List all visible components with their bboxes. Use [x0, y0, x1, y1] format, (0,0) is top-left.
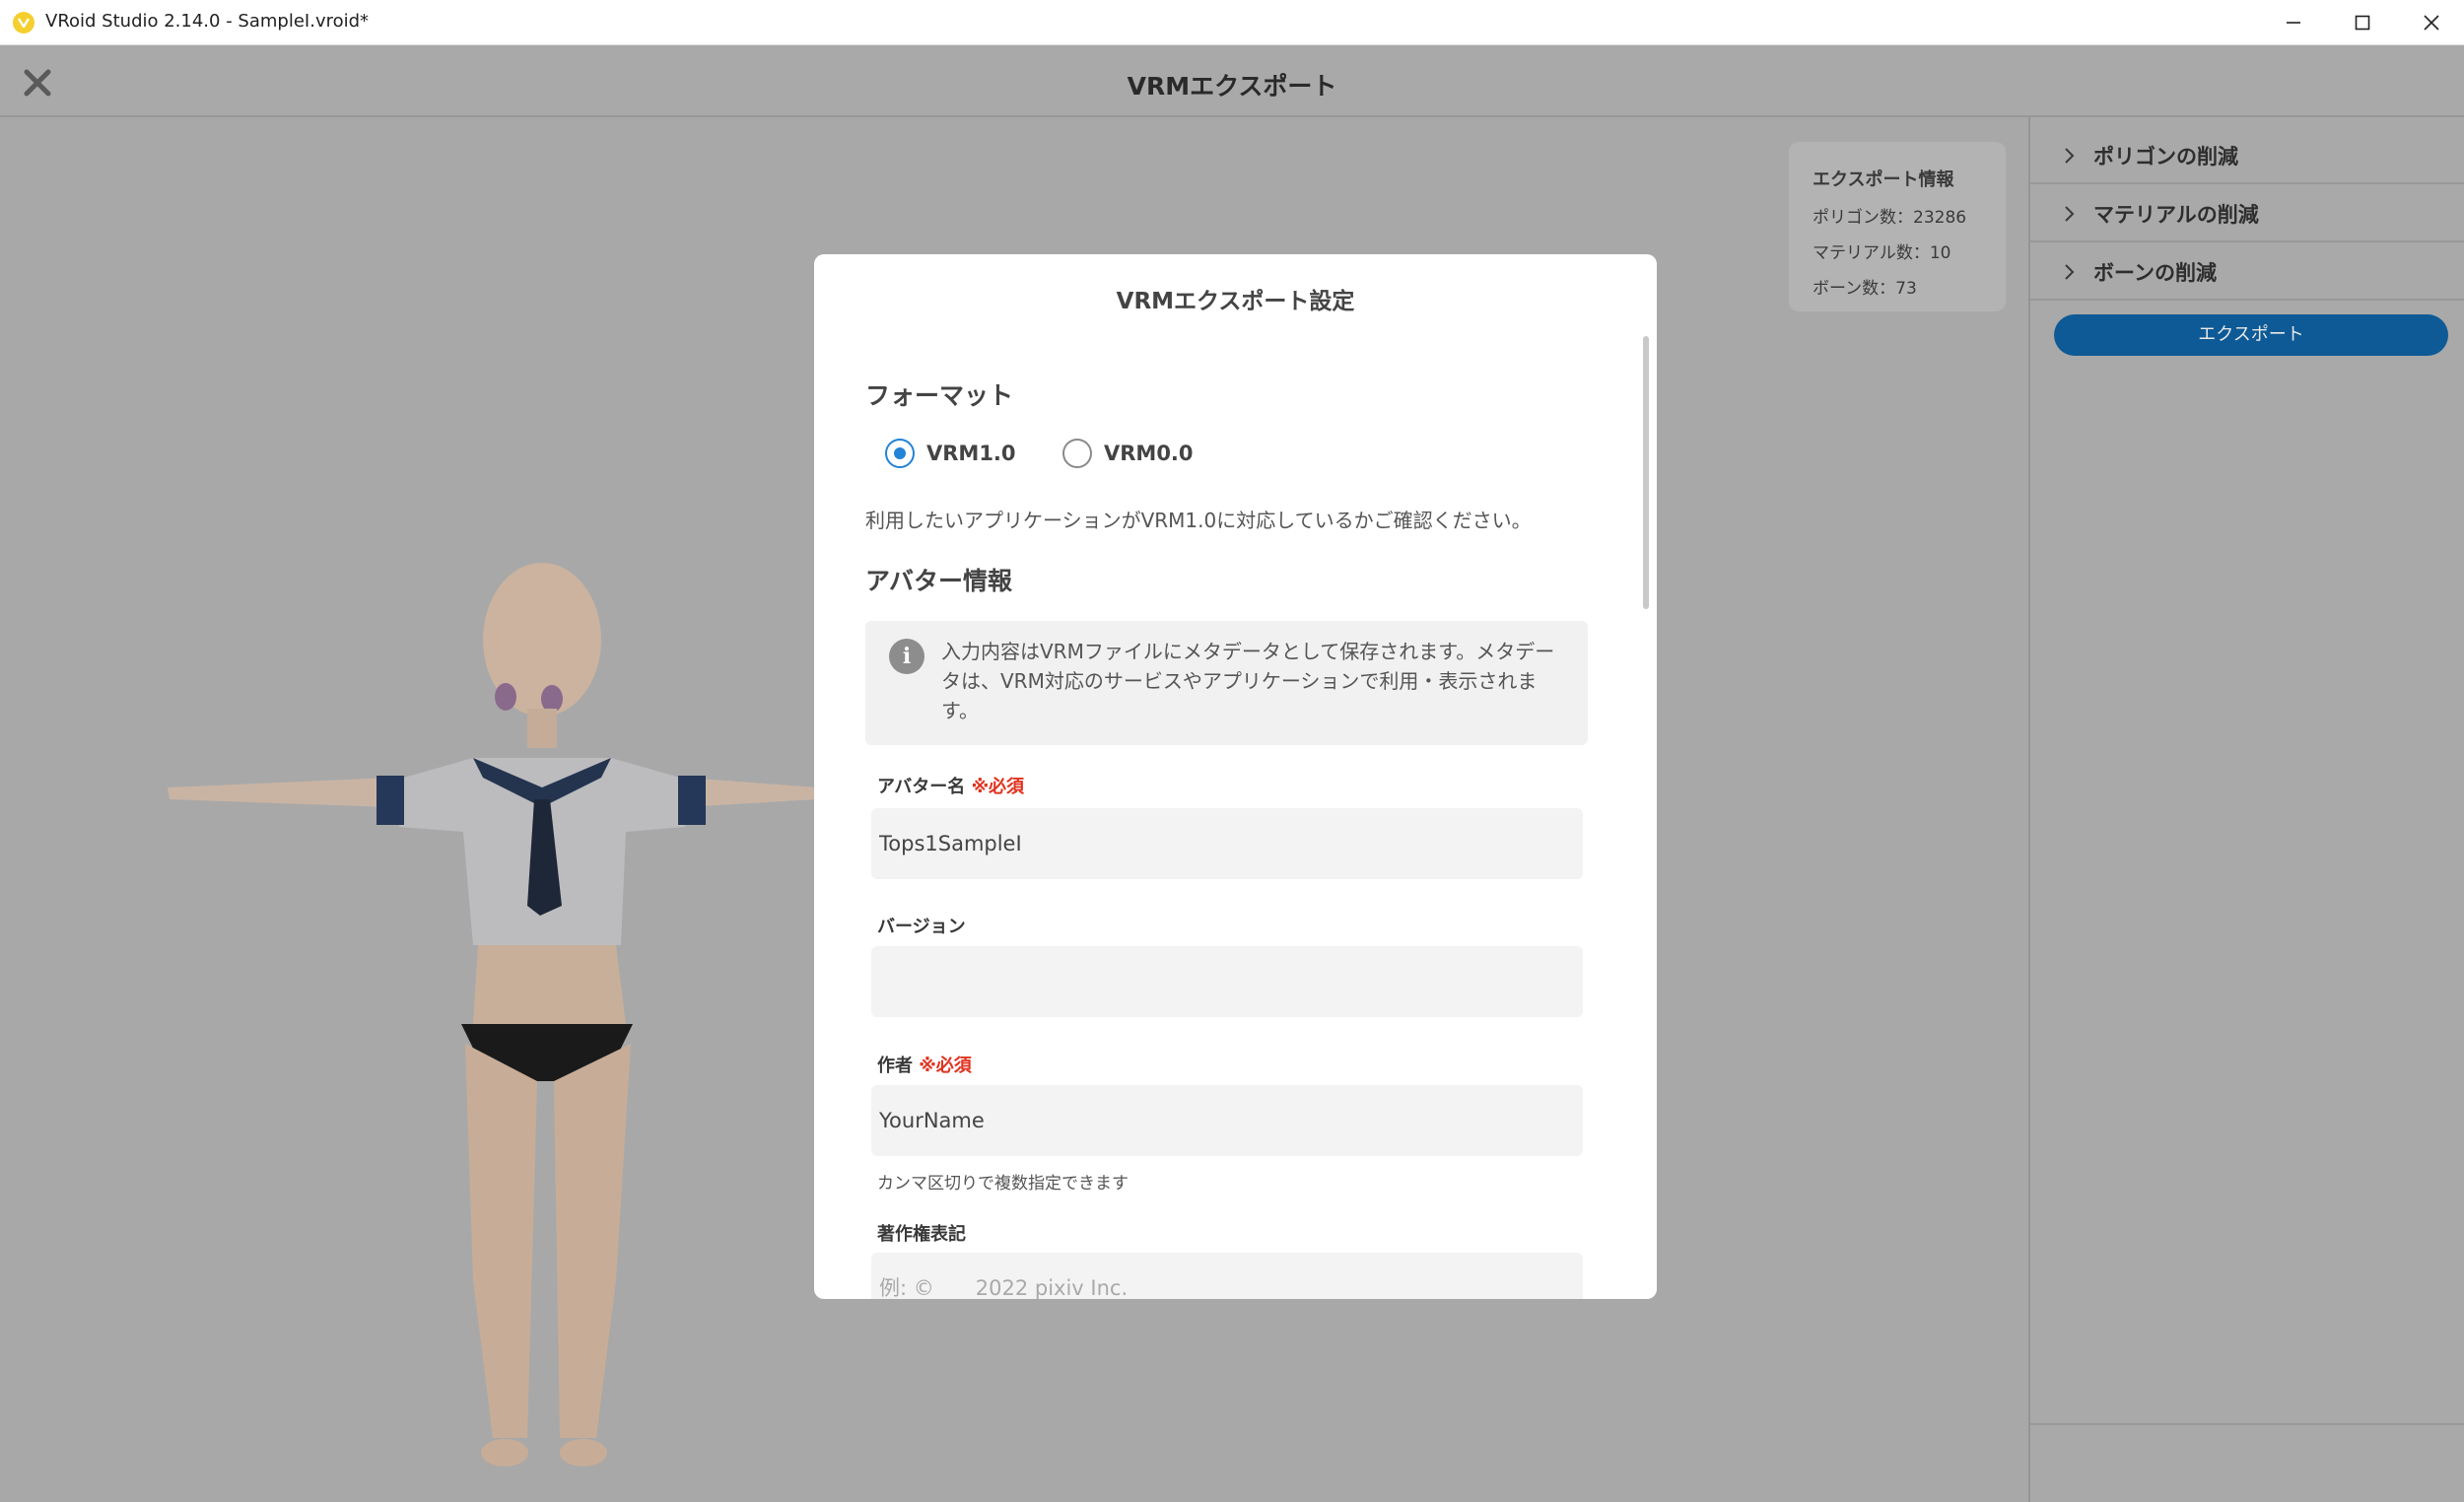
author-label: 作者 ※必須: [877, 1052, 972, 1077]
material-count: マテリアル数：10: [1813, 243, 1951, 263]
required-mark: ※必須: [919, 1056, 972, 1076]
page-title: VRMエクスポート: [1127, 72, 1337, 101]
author-label-text: 作者: [877, 1056, 913, 1076]
radio-unselected-icon: [1062, 439, 1092, 468]
dialog-title: VRMエクスポート設定: [1116, 289, 1355, 314]
polygon-count: ポリゴン数：23286: [1813, 208, 1967, 228]
export-info-panel: エクスポート情報 ポリゴン数：23286 マテリアル数：10 ボーン数：73: [1789, 142, 2006, 311]
chevron-right-icon: [2065, 264, 2075, 280]
chevron-right-icon: [2065, 206, 2075, 222]
copyright-label: 著作権表記: [877, 1224, 966, 1245]
chevron-right-icon: [2065, 148, 2075, 164]
bone-count: ボーン数：73: [1813, 279, 1917, 299]
format-heading: フォーマット: [865, 381, 1014, 410]
bone-reduction-label: ボーンの削減: [2093, 261, 2217, 285]
bone-reduction-item[interactable]: ボーンの削減: [2030, 243, 2464, 301]
window-titlebar: VRoid Studio 2.14.0 - SampleI.vroid*: [0, 0, 2464, 45]
maximize-icon: [2355, 15, 2370, 31]
avatar-name-label-text: アバター名: [877, 777, 966, 797]
material-reduction-item[interactable]: マテリアルの削減: [2030, 185, 2464, 242]
minimize-icon: [2287, 22, 2300, 24]
avatar-name-input[interactable]: [871, 808, 1583, 879]
info-icon: i: [889, 639, 924, 674]
metadata-info-box: i 入力内容はVRMファイルにメタデータとして保存されます。メタデータは、VRM…: [865, 621, 1588, 745]
close-icon: [2424, 15, 2439, 31]
copyright-input[interactable]: [871, 1253, 1583, 1299]
author-input[interactable]: [871, 1085, 1583, 1156]
radio-selected-icon: [885, 439, 915, 468]
maximize-button[interactable]: [2328, 0, 2397, 45]
vroid-app-icon: [13, 12, 34, 34]
export-button[interactable]: エクスポート: [2054, 314, 2448, 356]
format-option-vrm0-label: VRM0.0: [1104, 442, 1194, 465]
panel-footer: [2030, 1423, 2464, 1502]
vrm-export-settings-dialog: VRMエクスポート設定 フォーマット VRM1.0 VRM0.0 利用したいアプ…: [814, 254, 1657, 1299]
export-header: VRMエクスポート: [0, 45, 2464, 117]
polygon-reduction-label: ポリゴンの削減: [2093, 145, 2238, 169]
required-mark: ※必須: [971, 777, 1025, 797]
format-option-vrm1-label: VRM1.0: [926, 442, 1016, 465]
metadata-info-text: 入力内容はVRMファイルにメタデータとして保存されます。メタデータは、VRM対応…: [941, 640, 1555, 722]
avatar-info-heading: アバター情報: [865, 567, 1013, 595]
minimize-button[interactable]: [2259, 0, 2328, 45]
author-hint: カンマ区切りで複数指定できます: [877, 1174, 1129, 1194]
avatar-model-preview: [168, 563, 818, 1467]
material-reduction-label: マテリアルの削減: [2093, 203, 2259, 227]
dialog-scrollbar[interactable]: [1643, 336, 1649, 609]
avatar-name-label: アバター名 ※必須: [877, 773, 1024, 798]
polygon-reduction-item[interactable]: ポリゴンの削減: [2030, 127, 2464, 184]
export-info-heading: エクスポート情報: [1813, 170, 1954, 190]
window-title: VRoid Studio 2.14.0 - SampleI.vroid*: [45, 11, 370, 32]
version-label: バージョン: [877, 917, 966, 937]
format-note: 利用したいアプリケーションがVRM1.0に対応しているかご確認ください。: [865, 509, 1532, 532]
export-options-panel: ポリゴンの削減 マテリアルの削減 ボーンの削減 エクスポート: [2028, 117, 2464, 1502]
window-close-button[interactable]: [2397, 0, 2464, 45]
version-input[interactable]: [871, 946, 1583, 1017]
